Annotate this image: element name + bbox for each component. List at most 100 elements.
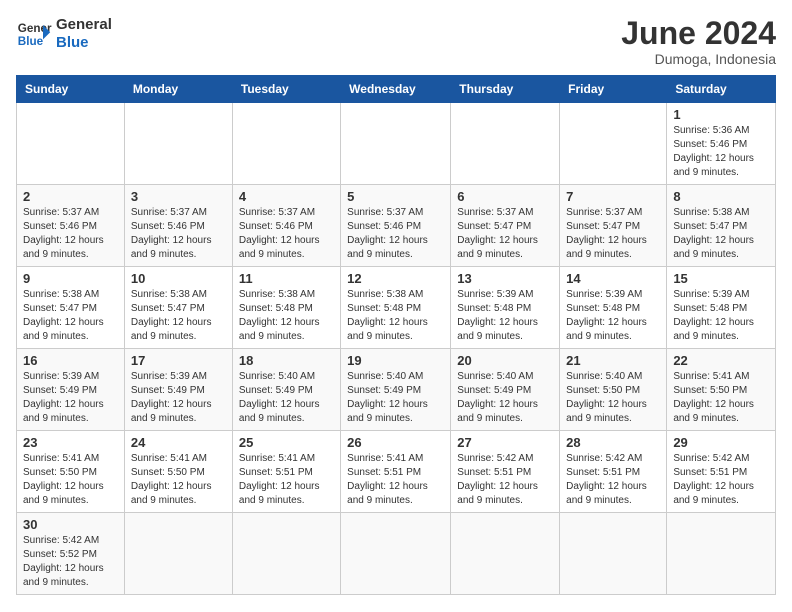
day-info: Sunrise: 5:38 AM Sunset: 5:47 PM Dayligh…: [131, 288, 226, 344]
title-block: June 2024 Dumoga, Indonesia: [621, 16, 776, 67]
calendar-header-monday: Monday: [124, 76, 232, 103]
calendar-day-cell: 28Sunrise: 5:42 AM Sunset: 5:51 PM Dayli…: [560, 431, 667, 513]
day-number: 23: [23, 435, 118, 450]
day-info: Sunrise: 5:39 AM Sunset: 5:48 PM Dayligh…: [566, 288, 660, 344]
day-info: Sunrise: 5:40 AM Sunset: 5:49 PM Dayligh…: [239, 370, 334, 426]
logo: General Blue General Blue: [16, 16, 112, 52]
calendar-day-cell: 4 Sunrise: 5:37 AM Sunset: 5:46 PM Daylig…: [232, 185, 340, 267]
day-info: Sunrise: 5:36 AM Sunset: 5:46 PM Dayligh…: [673, 124, 769, 180]
calendar-header-wednesday: Wednesday: [341, 76, 451, 103]
day-number: 17: [131, 353, 226, 368]
calendar-subtitle: Dumoga, Indonesia: [621, 51, 776, 67]
svg-text:Blue: Blue: [18, 35, 44, 48]
calendar-day-cell: 15 Sunrise: 5:39 AM Sunset: 5:48 PM Dayli…: [667, 267, 776, 349]
logo-blue-text: Blue: [56, 34, 112, 52]
calendar-week-row: 16 Sunrise: 5:39 AM Sunset: 5:49 PM Dayli…: [17, 349, 776, 431]
calendar-week-row: 30 Sunrise: 5:42 AM Sunset: 5:52 PM Dayli…: [17, 513, 776, 595]
day-number: 7: [566, 189, 660, 204]
day-info: Sunrise: 5:38 AM Sunset: 5:48 PM Dayligh…: [347, 288, 444, 344]
day-info: Sunrise: 5:37 AM Sunset: 5:46 PM Dayligh…: [23, 206, 118, 262]
day-number: 14: [566, 271, 660, 286]
day-info: Sunrise: 5:42 AM Sunset: 5:51 PM Dayligh…: [566, 452, 660, 508]
calendar-day-cell: [667, 513, 776, 595]
day-number: 2: [23, 189, 118, 204]
day-info: Sunrise: 5:37 AM Sunset: 5:46 PM Dayligh…: [239, 206, 334, 262]
day-number: 18: [239, 353, 334, 368]
day-info: Sunrise: 5:38 AM Sunset: 5:47 PM Dayligh…: [23, 288, 118, 344]
day-number: 1: [673, 107, 769, 122]
day-info: Sunrise: 5:42 AM Sunset: 5:51 PM Dayligh…: [457, 452, 553, 508]
calendar-day-cell: 16Sunrise: 5:39 AM Sunset: 5:49 PM Dayli…: [17, 349, 125, 431]
calendar-day-cell: 18 Sunrise: 5:40 AM Sunset: 5:49 PM Dayli…: [232, 349, 340, 431]
calendar-day-cell: [124, 513, 232, 595]
calendar-day-cell: [232, 513, 340, 595]
day-info: Sunrise: 5:40 AM Sunset: 5:49 PM Dayligh…: [457, 370, 553, 426]
calendar-day-cell: 19 Sunrise: 5:40 AM Sunset: 5:49 PM Dayli…: [341, 349, 451, 431]
calendar-day-cell: 20Sunrise: 5:40 AM Sunset: 5:49 PM Dayli…: [451, 349, 560, 431]
day-number: 5: [347, 189, 444, 204]
day-number: 9: [23, 271, 118, 286]
calendar-day-cell: 10 Sunrise: 5:38 AM Sunset: 5:47 PM Dayli…: [124, 267, 232, 349]
calendar-day-cell: 2 Sunrise: 5:37 AM Sunset: 5:46 PM Daylig…: [17, 185, 125, 267]
calendar-day-cell: 17 Sunrise: 5:39 AM Sunset: 5:49 PM Dayli…: [124, 349, 232, 431]
calendar-day-cell: 14 Sunrise: 5:39 AM Sunset: 5:48 PM Dayli…: [560, 267, 667, 349]
calendar-day-cell: 6Sunrise: 5:37 AM Sunset: 5:47 PM Daylig…: [451, 185, 560, 267]
day-number: 25: [239, 435, 334, 450]
calendar-day-cell: 24Sunrise: 5:41 AM Sunset: 5:50 PM Dayli…: [124, 431, 232, 513]
calendar-day-cell: 5Sunrise: 5:37 AM Sunset: 5:46 PM Daylig…: [341, 185, 451, 267]
calendar-day-cell: 27 Sunrise: 5:42 AM Sunset: 5:51 PM Dayli…: [451, 431, 560, 513]
day-info: Sunrise: 5:37 AM Sunset: 5:47 PM Dayligh…: [457, 206, 553, 262]
calendar-day-cell: [341, 513, 451, 595]
day-info: Sunrise: 5:41 AM Sunset: 5:50 PM Dayligh…: [131, 452, 226, 508]
page-header: General Blue General Blue June 2024 Dumo…: [16, 16, 776, 67]
day-info: Sunrise: 5:41 AM Sunset: 5:50 PM Dayligh…: [23, 452, 118, 508]
logo-general-text: General: [56, 16, 112, 34]
calendar-day-cell: 26Sunrise: 5:41 AM Sunset: 5:51 PM Dayli…: [341, 431, 451, 513]
day-number: 11: [239, 271, 334, 286]
calendar-header-thursday: Thursday: [451, 76, 560, 103]
day-info: Sunrise: 5:41 AM Sunset: 5:50 PM Dayligh…: [673, 370, 769, 426]
calendar-day-cell: [560, 103, 667, 185]
day-number: 13: [457, 271, 553, 286]
calendar-day-cell: [451, 103, 560, 185]
calendar-header-friday: Friday: [560, 76, 667, 103]
day-info: Sunrise: 5:37 AM Sunset: 5:46 PM Dayligh…: [131, 206, 226, 262]
day-info: Sunrise: 5:39 AM Sunset: 5:48 PM Dayligh…: [457, 288, 553, 344]
calendar-day-cell: 8 Sunrise: 5:38 AM Sunset: 5:47 PM Daylig…: [667, 185, 776, 267]
calendar-table: SundayMondayTuesdayWednesdayThursdayFrid…: [16, 75, 776, 595]
day-number: 22: [673, 353, 769, 368]
day-number: 16: [23, 353, 118, 368]
calendar-day-cell: [124, 103, 232, 185]
day-info: Sunrise: 5:40 AM Sunset: 5:50 PM Dayligh…: [566, 370, 660, 426]
day-number: 12: [347, 271, 444, 286]
day-info: Sunrise: 5:42 AM Sunset: 5:52 PM Dayligh…: [23, 534, 118, 590]
day-number: 30: [23, 517, 118, 532]
logo-icon: General Blue: [16, 16, 52, 52]
calendar-title: June 2024: [621, 16, 776, 51]
day-number: 19: [347, 353, 444, 368]
day-info: Sunrise: 5:39 AM Sunset: 5:49 PM Dayligh…: [131, 370, 226, 426]
calendar-day-cell: 13 Sunrise: 5:39 AM Sunset: 5:48 PM Dayli…: [451, 267, 560, 349]
calendar-day-cell: [451, 513, 560, 595]
calendar-week-row: 9 Sunrise: 5:38 AM Sunset: 5:47 PM Daylig…: [17, 267, 776, 349]
day-number: 26: [347, 435, 444, 450]
day-info: Sunrise: 5:40 AM Sunset: 5:49 PM Dayligh…: [347, 370, 444, 426]
calendar-header-sunday: Sunday: [17, 76, 125, 103]
day-number: 8: [673, 189, 769, 204]
day-info: Sunrise: 5:42 AM Sunset: 5:51 PM Dayligh…: [673, 452, 769, 508]
day-number: 10: [131, 271, 226, 286]
calendar-day-cell: 9 Sunrise: 5:38 AM Sunset: 5:47 PM Daylig…: [17, 267, 125, 349]
calendar-day-cell: 23 Sunrise: 5:41 AM Sunset: 5:50 PM Dayli…: [17, 431, 125, 513]
calendar-week-row: 2 Sunrise: 5:37 AM Sunset: 5:46 PM Daylig…: [17, 185, 776, 267]
day-number: 4: [239, 189, 334, 204]
day-number: 15: [673, 271, 769, 286]
calendar-day-cell: [232, 103, 340, 185]
calendar-day-cell: 12 Sunrise: 5:38 AM Sunset: 5:48 PM Dayli…: [341, 267, 451, 349]
calendar-day-cell: 3Sunrise: 5:37 AM Sunset: 5:46 PM Daylig…: [124, 185, 232, 267]
calendar-day-cell: 25Sunrise: 5:41 AM Sunset: 5:51 PM Dayli…: [232, 431, 340, 513]
day-number: 27: [457, 435, 553, 450]
day-info: Sunrise: 5:37 AM Sunset: 5:47 PM Dayligh…: [566, 206, 660, 262]
day-info: Sunrise: 5:39 AM Sunset: 5:48 PM Dayligh…: [673, 288, 769, 344]
day-info: Sunrise: 5:38 AM Sunset: 5:47 PM Dayligh…: [673, 206, 769, 262]
calendar-header-tuesday: Tuesday: [232, 76, 340, 103]
